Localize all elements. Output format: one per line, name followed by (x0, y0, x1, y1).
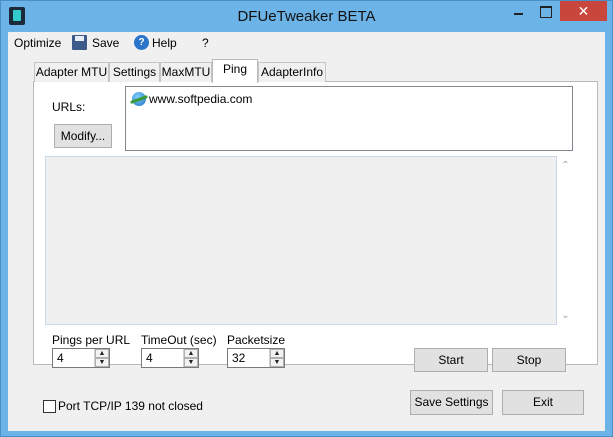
floppy-disk-icon (72, 35, 87, 50)
menu-help-label: Help (152, 36, 177, 50)
output-scrollbar[interactable]: ⌃ ⌄ (557, 156, 574, 325)
menu-save-label: Save (92, 36, 120, 50)
timeout-value[interactable]: 4 (146, 351, 153, 365)
packetsize-stepper[interactable]: 32 ▲ ▼ (227, 348, 285, 368)
port-139-checkbox[interactable] (43, 400, 56, 413)
packetsize-value[interactable]: 32 (232, 351, 245, 365)
pings-per-url-value[interactable]: 4 (57, 351, 64, 365)
tab-adapterinfo[interactable]: AdapterInfo (258, 62, 326, 82)
list-item[interactable]: www.softpedia.com (132, 92, 252, 106)
stepper-down-icon[interactable]: ▼ (184, 358, 198, 367)
menu-save[interactable]: Save (72, 35, 119, 51)
exit-button[interactable]: Exit (502, 390, 584, 415)
stepper-buttons: ▲ ▼ (269, 349, 284, 367)
stepper-down-icon[interactable]: ▼ (270, 358, 284, 367)
url-list[interactable]: www.softpedia.com (125, 86, 573, 151)
menu-about[interactable]: ? (202, 35, 209, 51)
tab-adapter-mtu[interactable]: Adapter MTU (34, 62, 109, 82)
url-text: www.softpedia.com (149, 92, 253, 106)
stepper-buttons: ▲ ▼ (183, 349, 198, 367)
timeout-stepper[interactable]: 4 ▲ ▼ (141, 348, 199, 368)
ping-output-area[interactable] (45, 156, 557, 325)
scroll-down-arrow-icon[interactable]: ⌄ (561, 311, 570, 321)
pings-per-url-label: Pings per URL (52, 333, 131, 347)
close-button[interactable]: ✕ (560, 1, 607, 21)
start-button[interactable]: Start (414, 348, 488, 372)
stepper-up-icon[interactable]: ▲ (270, 349, 284, 358)
stepper-up-icon[interactable]: ▲ (184, 349, 198, 358)
stepper-up-icon[interactable]: ▲ (95, 349, 109, 358)
help-icon: ? (134, 35, 149, 50)
tab-maxmtu[interactable]: MaxMTU (160, 62, 212, 82)
scroll-up-arrow-icon[interactable]: ⌃ (561, 161, 570, 171)
port-139-label[interactable]: Port TCP/IP 139 not closed (58, 399, 203, 413)
timeout-label: TimeOut (sec) (141, 333, 217, 347)
stepper-buttons: ▲ ▼ (94, 349, 109, 367)
menu-bar: Optimize Save ? Help ? (8, 32, 605, 53)
client-area: Optimize Save ? Help ? Adapter MTU Setti… (8, 32, 605, 431)
title-bar[interactable]: DFUeTweaker BETA ✕ (1, 1, 612, 31)
modify-button[interactable]: Modify... (54, 124, 112, 148)
stepper-down-icon[interactable]: ▼ (95, 358, 109, 367)
globe-icon (132, 92, 146, 106)
app-window: DFUeTweaker BETA ✕ Optimize Save ? Help … (0, 0, 613, 437)
minimize-button[interactable] (505, 1, 531, 21)
stop-button[interactable]: Stop (492, 348, 566, 372)
tab-settings[interactable]: Settings (109, 62, 160, 82)
save-settings-button[interactable]: Save Settings (410, 390, 493, 415)
packetsize-label: Packetsize (227, 333, 286, 347)
tab-ping[interactable]: Ping (212, 59, 258, 83)
menu-optimize[interactable]: Optimize (14, 35, 61, 51)
urls-label: URLs: (52, 100, 86, 114)
pings-per-url-stepper[interactable]: 4 ▲ ▼ (52, 348, 110, 368)
menu-help[interactable]: ? Help (134, 35, 177, 51)
maximize-button[interactable] (532, 1, 558, 21)
